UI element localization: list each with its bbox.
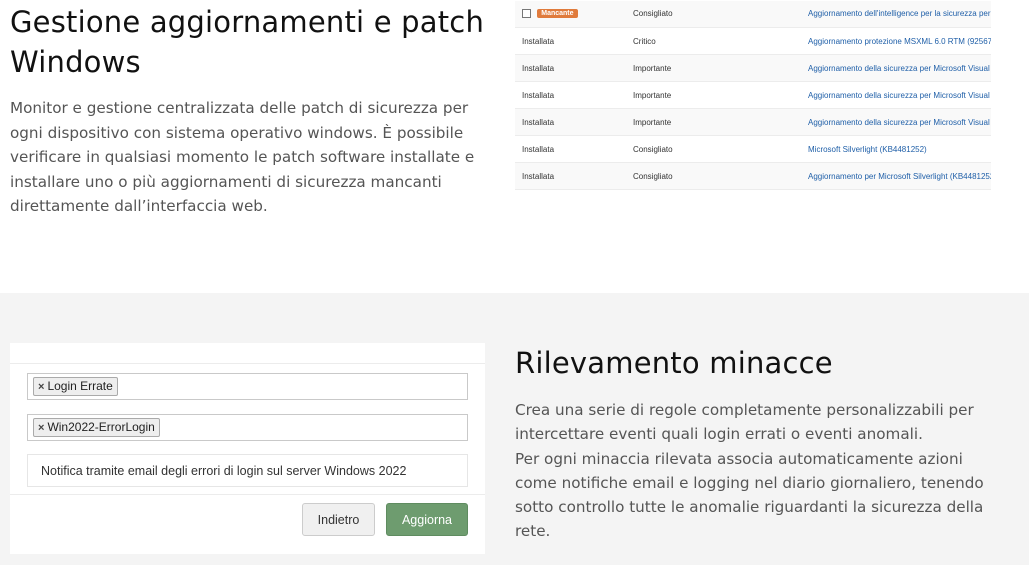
threat-description-line: Per ogni minaccia rilevata associa autom… <box>515 449 984 541</box>
status-cell: Installata <box>522 37 555 46</box>
tag-chip: × Login Errate <box>33 377 118 396</box>
severity-cell: Importante <box>633 91 672 100</box>
update-link[interactable]: Aggiornamento dell'intelligence per la s… <box>808 9 991 18</box>
rule-form-card: × Login Errate × Win2022-ErrorLogin Notifi… <box>10 343 485 554</box>
status-cell: Installata <box>522 91 555 100</box>
update-button[interactable]: Aggiorna <box>386 503 468 536</box>
severity-cell: Importante <box>633 118 672 127</box>
severity-cell: Consigliato <box>633 9 673 18</box>
update-link[interactable]: Aggiornamento protezione MSXML 6.0 RTM (… <box>808 37 991 46</box>
table-row: Installata Consigliato Microsoft Silverl… <box>515 136 991 163</box>
patch-section-title: Gestione aggiornamenti e patch Windows <box>10 5 485 79</box>
update-link[interactable]: Aggiornamento della sicurezza per Micros… <box>808 118 991 127</box>
back-button[interactable]: Indietro <box>302 503 375 536</box>
card-divider-bottom <box>10 494 485 495</box>
event-tag-input[interactable]: × Login Errate <box>27 373 468 400</box>
update-link[interactable]: Aggiornamento per Microsoft Silverlight … <box>808 172 991 181</box>
table-row: Installata Importante Aggiornamento dell… <box>515 109 991 136</box>
status-cell: Installata <box>522 145 555 154</box>
status-cell: Installata <box>522 64 555 73</box>
update-link[interactable]: Aggiornamento della sicurezza per Micros… <box>808 91 991 100</box>
rule-description-input[interactable]: Notifica tramite email degli errori di l… <box>27 454 468 487</box>
update-link[interactable]: Aggiornamento della sicurezza per Micros… <box>808 64 991 73</box>
severity-cell: Consigliato <box>633 145 673 154</box>
status-cell: Installata <box>522 172 555 181</box>
update-link[interactable]: Microsoft Silverlight (KB4481252) <box>808 145 991 154</box>
severity-cell: Importante <box>633 64 672 73</box>
tag-label: Login Errate <box>47 379 113 393</box>
threat-section-description: Crea una serie di regole completamente p… <box>515 398 1000 544</box>
table-row: Installata Importante Aggiornamento dell… <box>515 82 991 109</box>
rule-tag-input[interactable]: × Win2022-ErrorLogin <box>27 414 468 441</box>
select-checkbox[interactable] <box>522 9 531 19</box>
threat-description-line: Crea una serie di regole completamente p… <box>515 401 974 444</box>
table-row: Installata Importante Aggiornamento dell… <box>515 55 991 82</box>
patch-table: Mancante Consigliato Aggiornamento dell'… <box>515 1 991 190</box>
threat-detection-section: × Login Errate × Win2022-ErrorLogin Notifi… <box>0 293 1029 565</box>
status-badge-missing: Mancante <box>537 9 578 19</box>
severity-cell: Critico <box>633 37 656 46</box>
table-row: Installata Consigliato Aggiornamento per… <box>515 163 991 190</box>
patch-section-description: Monitor e gestione centralizzata delle p… <box>10 99 475 216</box>
patch-management-section: Gestione aggiornamenti e patch Windows M… <box>0 0 1029 293</box>
remove-tag-icon[interactable]: × <box>38 381 44 393</box>
tag-label: Win2022-ErrorLogin <box>47 420 155 434</box>
table-row: Installata Critico Aggiornamento protezi… <box>515 28 991 55</box>
tag-chip: × Win2022-ErrorLogin <box>33 418 160 437</box>
status-cell: Installata <box>522 118 555 127</box>
severity-cell: Consigliato <box>633 172 673 181</box>
threat-section-title: Rilevamento minacce <box>515 346 833 380</box>
remove-tag-icon[interactable]: × <box>38 422 44 434</box>
table-row: Mancante Consigliato Aggiornamento dell'… <box>515 1 991 28</box>
card-divider-top <box>10 363 485 364</box>
